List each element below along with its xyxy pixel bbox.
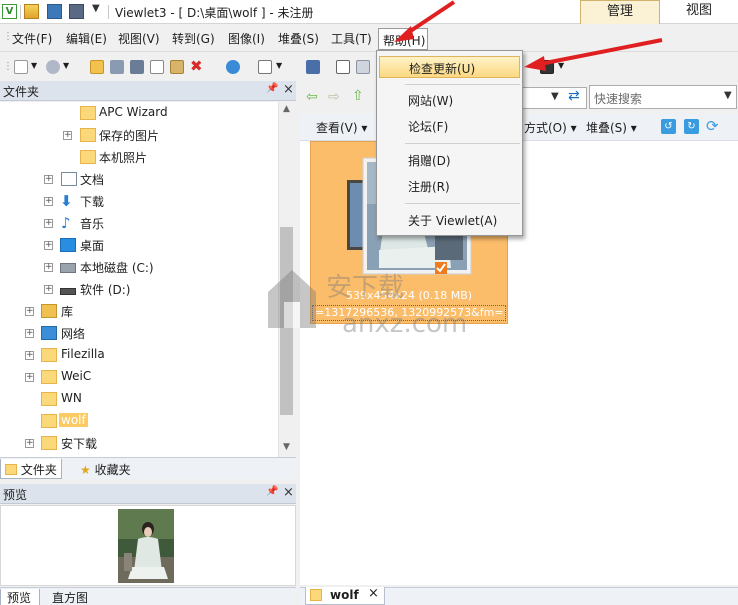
annotation-arrows xyxy=(394,0,663,71)
annotation-arrow-help xyxy=(404,0,456,36)
annotation-arrow-update xyxy=(539,38,663,66)
arrowhead-icon xyxy=(524,56,546,71)
arrowhead-icon xyxy=(394,26,414,42)
